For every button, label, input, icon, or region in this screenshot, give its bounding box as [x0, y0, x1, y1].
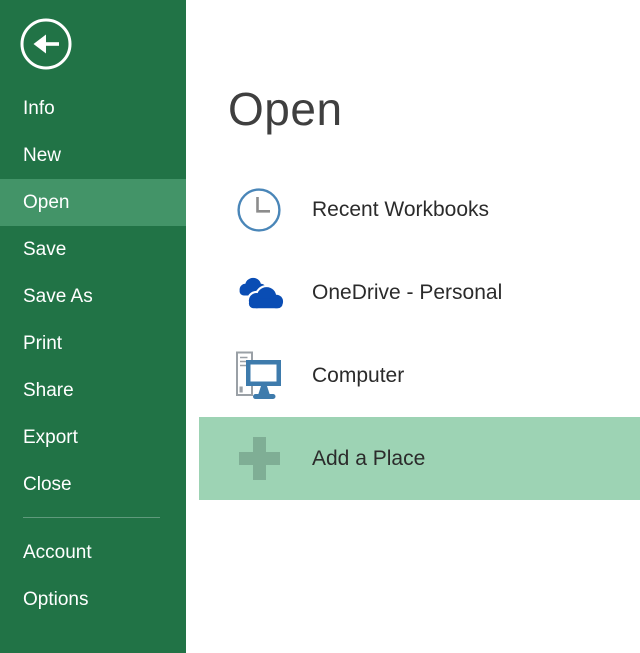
sidebar-item-info[interactable]: Info	[0, 85, 186, 132]
place-add-a-place[interactable]: Add a Place	[199, 417, 640, 500]
sidebar-item-options[interactable]: Options	[0, 576, 186, 623]
backstage-content: Open Recent Workbooks	[186, 0, 640, 653]
place-computer[interactable]: Computer	[199, 334, 640, 417]
sidebar-item-account[interactable]: Account	[0, 529, 186, 576]
place-label: Add a Place	[312, 447, 425, 471]
sidebar-item-open[interactable]: Open	[0, 179, 186, 226]
place-label: Recent Workbooks	[312, 198, 489, 222]
backstage-sidebar: Info New Open Save Save As Print Share E…	[0, 0, 186, 653]
backstage-nav-footer: Account Options	[0, 529, 186, 623]
plus-icon	[231, 437, 287, 480]
back-arrow-icon	[19, 17, 73, 71]
onedrive-cloud-icon	[231, 273, 287, 313]
backstage-nav: Info New Open Save Save As Print Share E…	[0, 85, 186, 508]
back-button[interactable]	[19, 17, 73, 71]
sidebar-item-save-as[interactable]: Save As	[0, 273, 186, 320]
computer-icon	[231, 351, 287, 401]
sidebar-item-close[interactable]: Close	[0, 461, 186, 508]
sidebar-item-save[interactable]: Save	[0, 226, 186, 273]
place-label: OneDrive - Personal	[312, 281, 502, 305]
sidebar-item-export[interactable]: Export	[0, 414, 186, 461]
page-title: Open	[228, 80, 343, 138]
sidebar-item-new[interactable]: New	[0, 132, 186, 179]
place-label: Computer	[312, 364, 404, 388]
clock-icon	[231, 188, 287, 232]
place-recent-workbooks[interactable]: Recent Workbooks	[199, 168, 640, 251]
open-place-list: Recent Workbooks	[199, 168, 640, 500]
place-onedrive-personal[interactable]: OneDrive - Personal	[199, 251, 640, 334]
sidebar-item-share[interactable]: Share	[0, 367, 186, 414]
sidebar-divider	[23, 517, 160, 518]
sidebar-item-print[interactable]: Print	[0, 320, 186, 367]
